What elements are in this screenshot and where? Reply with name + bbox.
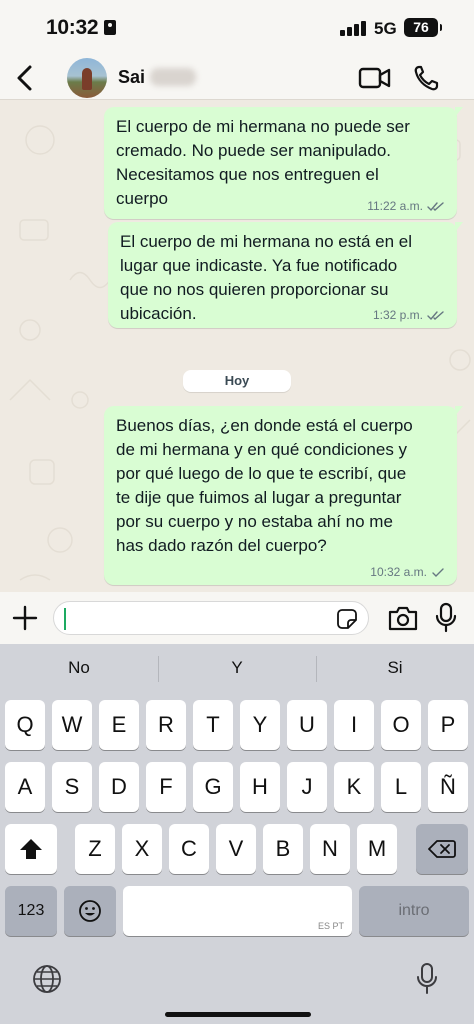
- message-time: 10:32 a.m.: [370, 565, 427, 579]
- status-bar: 10:32 5G 76: [0, 0, 474, 56]
- key-d[interactable]: D: [99, 762, 139, 812]
- key-y[interactable]: Y: [240, 700, 280, 750]
- key-b[interactable]: B: [263, 824, 303, 874]
- back-chevron-icon[interactable]: [12, 62, 40, 94]
- video-call-icon[interactable]: [358, 62, 392, 94]
- message-text: Buenos días, ¿en donde está el cuerpo de …: [116, 416, 413, 555]
- key-n[interactable]: N: [310, 824, 350, 874]
- key-c[interactable]: C: [169, 824, 209, 874]
- key-v[interactable]: V: [216, 824, 256, 874]
- battery-icon: 76: [404, 18, 442, 37]
- plus-icon[interactable]: [10, 603, 40, 633]
- dictation-microphone-icon[interactable]: [415, 962, 439, 996]
- suggestion-1[interactable]: No: [0, 658, 158, 678]
- message-time: 11:22 a.m.: [367, 199, 423, 213]
- key-l[interactable]: L: [381, 762, 421, 812]
- outgoing-message[interactable]: Buenos días, ¿en donde está el cuerpo de …: [104, 406, 463, 585]
- sticker-icon[interactable]: [336, 608, 358, 630]
- key-m[interactable]: M: [357, 824, 397, 874]
- suggestion-2[interactable]: Y: [158, 658, 316, 678]
- message-meta: 1:32 p.m.: [373, 308, 445, 322]
- date-divider: Hoy: [183, 370, 291, 392]
- key-h[interactable]: H: [240, 762, 280, 812]
- numbers-key[interactable]: 123: [5, 886, 57, 936]
- key-j[interactable]: J: [287, 762, 327, 812]
- key-q[interactable]: Q: [5, 700, 45, 750]
- return-key[interactable]: intro: [359, 886, 469, 936]
- message-composer: [0, 592, 474, 644]
- message-input[interactable]: [53, 601, 369, 635]
- system-keyboard: No Y Si Q W E R T Y U I O P A S D F G H …: [0, 644, 474, 1024]
- double-check-icon: [427, 201, 444, 211]
- network-type: 5G: [374, 19, 397, 38]
- emoji-face-icon: [79, 900, 101, 922]
- single-check-icon: [432, 567, 444, 577]
- chat-header: Sai: [0, 56, 474, 100]
- key-r[interactable]: R: [146, 700, 186, 750]
- key-f[interactable]: F: [146, 762, 186, 812]
- microphone-icon[interactable]: [434, 602, 458, 634]
- phone-call-icon[interactable]: [410, 62, 444, 94]
- key-enye[interactable]: Ñ: [428, 762, 468, 812]
- outgoing-message[interactable]: El cuerpo de mi hermana no puede ser crem…: [104, 107, 463, 219]
- key-w[interactable]: W: [52, 700, 92, 750]
- delete-key[interactable]: [416, 824, 468, 874]
- key-z[interactable]: Z: [75, 824, 115, 874]
- globe-icon[interactable]: [32, 964, 62, 994]
- message-text: El cuerpo de mi hermana no puede ser crem…: [116, 117, 410, 208]
- suggestion-3[interactable]: Si: [316, 658, 474, 678]
- key-o[interactable]: O: [381, 700, 421, 750]
- key-k[interactable]: K: [334, 762, 374, 812]
- text-caret: [64, 608, 66, 630]
- contact-name[interactable]: Sai: [118, 67, 145, 88]
- double-check-icon: [427, 310, 444, 320]
- outgoing-message[interactable]: El cuerpo de mi hermana no está en el lug…: [108, 222, 463, 328]
- chat-messages[interactable]: El cuerpo de mi hermana no puede ser crem…: [0, 100, 474, 592]
- key-e[interactable]: E: [99, 700, 139, 750]
- message-time: 1:32 p.m.: [372, 308, 423, 322]
- message-meta: 11:22 a.m.: [367, 199, 445, 213]
- key-g[interactable]: G: [193, 762, 233, 812]
- redacted-surname: [150, 68, 196, 86]
- key-u[interactable]: U: [287, 700, 327, 750]
- status-time: 10:32: [46, 16, 99, 39]
- key-t[interactable]: T: [193, 700, 233, 750]
- key-i[interactable]: I: [334, 700, 374, 750]
- key-p[interactable]: P: [428, 700, 468, 750]
- backspace-icon: [428, 840, 456, 858]
- camera-icon[interactable]: [387, 604, 419, 632]
- id-card-icon: [104, 20, 116, 35]
- key-a[interactable]: A: [5, 762, 45, 812]
- key-x[interactable]: X: [122, 824, 162, 874]
- signal-strength-icon: [340, 20, 366, 36]
- shift-arrow-icon: [20, 839, 42, 859]
- home-indicator[interactable]: [165, 1012, 311, 1017]
- shift-key[interactable]: [5, 824, 57, 874]
- contact-avatar[interactable]: [67, 58, 107, 98]
- key-s[interactable]: S: [52, 762, 92, 812]
- space-key[interactable]: ES PT: [123, 886, 352, 936]
- suggestion-bar: No Y Si: [0, 644, 474, 694]
- emoji-key[interactable]: [64, 886, 116, 936]
- message-meta: 10:32 a.m.: [370, 565, 445, 579]
